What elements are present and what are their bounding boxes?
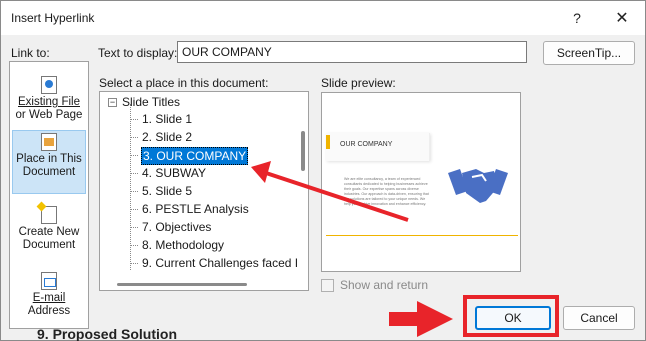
tree-root[interactable]: Slide Titles (122, 93, 180, 111)
ok-highlight-box (463, 295, 559, 337)
text-to-display-input[interactable]: OUR COMPANY (177, 41, 527, 63)
link-to-label-line2: Document (22, 166, 76, 178)
slide-preview: OUR COMPANY We are elite consultancy, a … (321, 92, 521, 272)
screentip-button[interactable]: ScreenTip... (543, 41, 635, 65)
close-button[interactable]: ✕ (609, 5, 635, 31)
slide-preview-label: Slide preview: (321, 76, 396, 90)
slide-header-box: OUR COMPANY (326, 133, 430, 161)
cancel-button[interactable]: Cancel (563, 306, 635, 330)
text-to-display-label: Text to display: (98, 46, 178, 60)
tree-item[interactable]: 9. Current Challenges faced I (142, 254, 298, 272)
link-to-label-line1: E-mail (32, 292, 66, 304)
tree-branch (130, 137, 138, 138)
slide-thumbnail: OUR COMPANY We are elite consultancy, a … (326, 133, 518, 241)
link-to-label: Link to: (11, 46, 50, 60)
link-to-label-line1: Place in This (16, 153, 82, 165)
link-to-email-address[interactable]: E-mail Address (12, 270, 86, 318)
link-to-existing-file[interactable]: Existing File or Web Page (12, 74, 86, 122)
vertical-scrollbar[interactable] (301, 131, 305, 171)
tree-item[interactable]: 7. Objectives (142, 218, 211, 236)
tree-item[interactable]: 6. PESTLE Analysis (142, 200, 249, 218)
show-and-return-label: Show and return (340, 278, 429, 292)
tree-branch (130, 119, 138, 120)
tree-branch (130, 191, 138, 192)
tree-branch (130, 155, 138, 156)
link-to-label-line2: or Web Page (15, 109, 83, 121)
link-to-label-line1: Create New (18, 226, 80, 238)
slide-footer-line (326, 235, 518, 236)
title-bar: Insert Hyperlink ? ✕ (1, 1, 645, 35)
place-tree[interactable]: − Slide Titles 1. Slide 1 2. Slide 2 3. … (99, 91, 309, 291)
tree-branch (130, 227, 138, 228)
tree-branch (130, 173, 138, 174)
tree-branch (130, 245, 138, 246)
web-page-icon (41, 76, 57, 94)
tree-item[interactable]: 5. Slide 5 (142, 182, 192, 200)
link-to-label-line2: Document (22, 239, 76, 251)
tree-item[interactable]: 2. Slide 2 (142, 128, 192, 146)
tree-item-selected[interactable]: 3. OUR COMPANY (141, 147, 249, 165)
show-and-return-checkbox[interactable] (321, 278, 334, 292)
collapse-icon[interactable]: − (108, 98, 117, 107)
link-to-create-new-document[interactable]: Create New Document (12, 204, 86, 252)
red-arrow-to-ok (389, 301, 453, 337)
link-to-panel: Existing File or Web Page Place in This … (9, 61, 89, 329)
place-list-label: Select a place in this document: (99, 76, 269, 90)
link-to-label-line2: Address (27, 305, 71, 317)
horizontal-scrollbar[interactable] (117, 283, 247, 286)
slide-body-text: We are elite consultancy, a team of expe… (344, 177, 429, 206)
background-slide-text: 9. Proposed Solution (37, 326, 178, 341)
tree-branch (130, 209, 138, 210)
handshake-icon (448, 169, 508, 203)
help-button[interactable]: ? (564, 5, 590, 31)
new-document-icon (41, 206, 57, 224)
tree-item[interactable]: 1. Slide 1 (142, 110, 192, 128)
slide-title: OUR COMPANY (340, 141, 393, 148)
tree-branch (130, 263, 138, 264)
link-to-label-line1: Existing File (18, 96, 80, 108)
tree-item[interactable]: 4. SUBWAY (142, 164, 206, 182)
slide-accent-bar (326, 135, 330, 149)
link-to-place-in-document[interactable]: Place in This Document (12, 130, 86, 194)
insert-hyperlink-dialog: Insert Hyperlink ? ✕ Link to: Existing F… (0, 0, 646, 341)
place-in-document-icon (41, 133, 57, 151)
dialog-title: Insert Hyperlink (11, 11, 95, 25)
email-icon (41, 272, 57, 290)
show-and-return-option[interactable]: Show and return (321, 277, 428, 293)
tree-item[interactable]: 8. Methodology (142, 236, 224, 254)
